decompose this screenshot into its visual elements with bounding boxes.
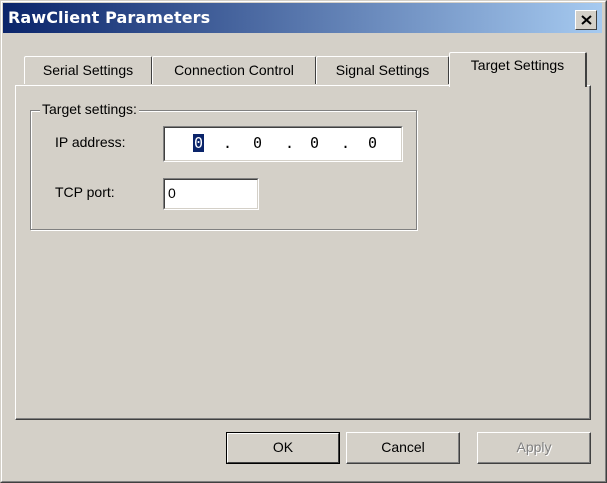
ip-octet-1[interactable]: 0 — [193, 134, 205, 152]
ip-octet-3[interactable]: 0 — [310, 134, 319, 152]
group-title: Target settings: — [40, 101, 139, 117]
tcp-port-label: TCP port: — [55, 184, 115, 200]
tab-label: Serial Settings — [42, 62, 134, 78]
tab-serial-settings[interactable]: Serial Settings — [24, 56, 152, 84]
cancel-button-bevel — [347, 433, 459, 463]
ip-dot: . — [285, 134, 295, 152]
close-icon — [581, 15, 592, 25]
tab-connection-control[interactable]: Connection Control — [152, 56, 316, 84]
tab-target-settings[interactable]: Target Settings — [449, 52, 587, 87]
window-title: RawClient Parameters — [8, 8, 211, 27]
ok-button[interactable]: OK — [226, 432, 340, 464]
tab-label: Target Settings — [470, 57, 565, 73]
ip-octet-4[interactable]: 0 — [368, 134, 377, 152]
title-bar[interactable]: RawClient Parameters — [3, 3, 602, 33]
ip-dot: . — [341, 134, 351, 152]
tab-label: Connection Control — [174, 62, 294, 78]
ip-octet-2[interactable]: 0 — [253, 134, 262, 152]
close-button[interactable] — [575, 10, 597, 30]
tab-label: Signal Settings — [335, 62, 430, 78]
apply-button-bevel — [478, 433, 590, 463]
ip-address-label: IP address: — [55, 134, 126, 150]
tab-signal-settings[interactable]: Signal Settings — [316, 56, 449, 84]
ip-address-field-inner: 0 . 0 . 0 . 0 — [164, 127, 402, 161]
cancel-button[interactable]: Cancel — [346, 432, 460, 464]
apply-button: Apply — [477, 432, 591, 464]
ip-dot: . — [223, 134, 233, 152]
tcp-port-value: 0 — [168, 185, 176, 201]
tcp-port-field[interactable]: 0 — [163, 178, 259, 210]
tcp-port-field-inner: 0 — [164, 179, 258, 209]
ip-address-field[interactable]: 0 . 0 . 0 . 0 — [163, 126, 403, 162]
ok-button-bevel — [227, 433, 339, 463]
